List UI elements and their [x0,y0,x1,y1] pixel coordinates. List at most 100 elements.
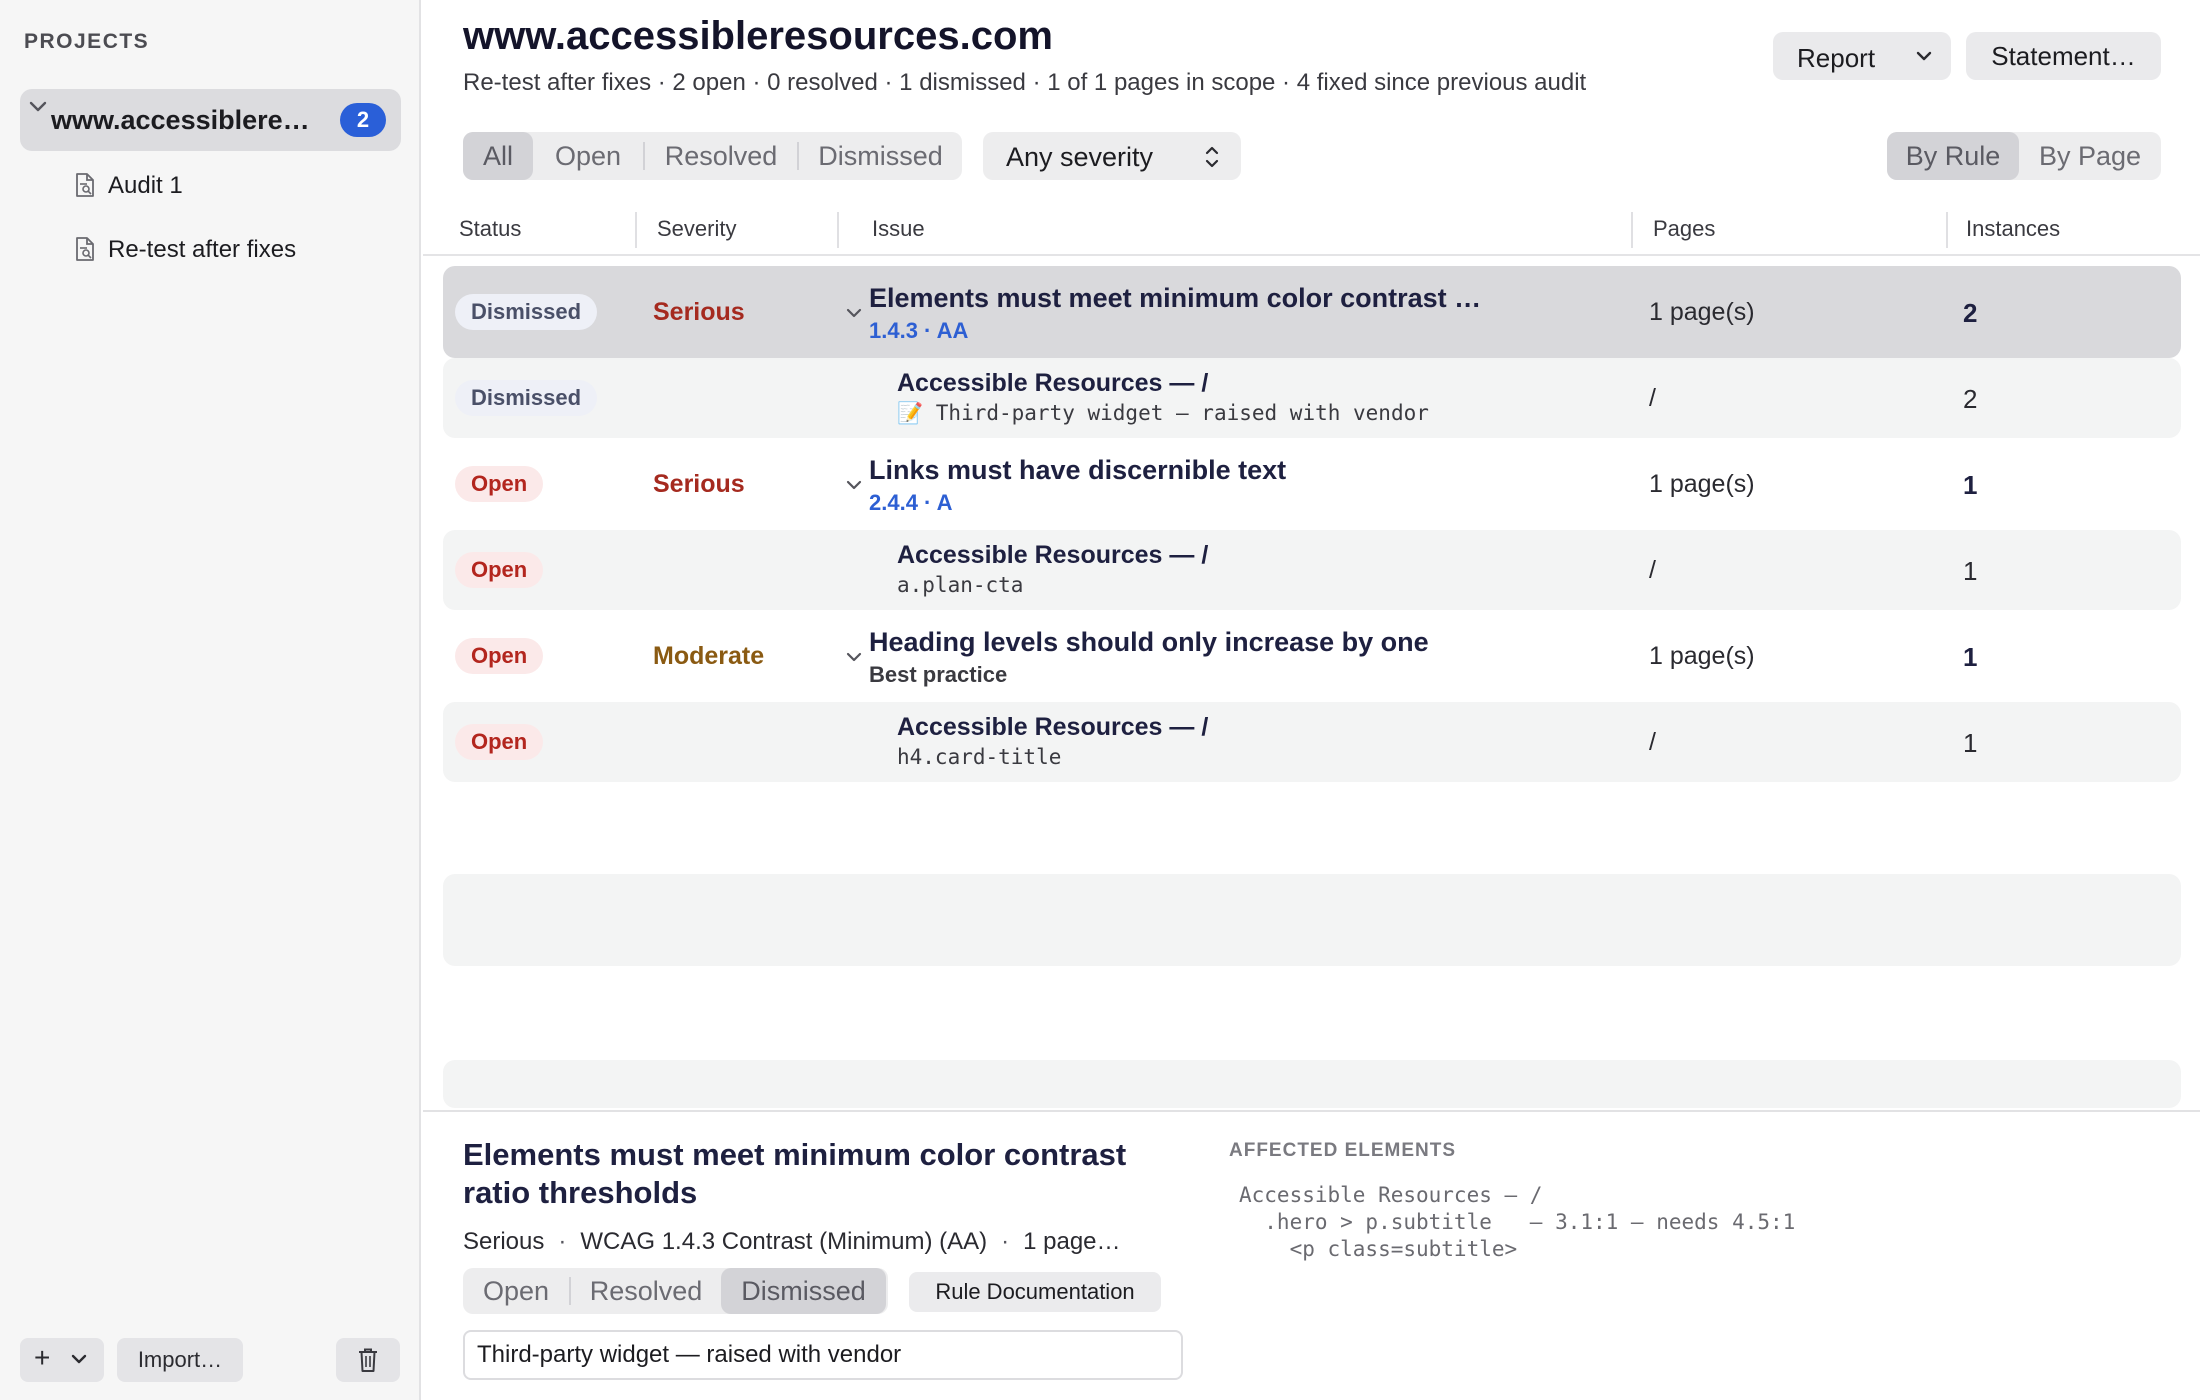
affected-elements-heading: AFFECTED ELEMENTS [1229,1140,1457,1161]
wcag-link[interactable]: 1.4.3 · AA [869,318,968,344]
audit-label: Re-test after fixes [108,236,297,263]
severity-select-value: Any severity [1006,142,1154,172]
severity-label: Serious [653,298,745,326]
filter-all[interactable]: All [463,132,533,180]
detail-status-control: Open Resolved Dismissed [463,1268,888,1314]
column-header-issue[interactable]: Issue [872,216,925,242]
separator-dot: · [558,1228,567,1255]
status-filter: All Open Resolved Dismissed [463,132,962,180]
sidebar: PROJECTS www.accessiblere… 2 Audit 1 Re-… [0,0,421,1400]
chevron-down-icon[interactable] [845,650,863,664]
column-header-pages[interactable]: Pages [1653,216,1715,242]
chevron-down-icon[interactable] [845,478,863,492]
affected-element-line: .hero > p.subtitle — 3.1:1 — needs 4.5:1 [1239,1210,1796,1234]
open-count-badge: 2 [340,103,386,137]
sidebar-heading: PROJECTS [24,30,150,53]
table-row[interactable]: Open Serious Links must have discernible… [443,438,2181,530]
instance-page-title: Accessible Resources — / [897,713,1209,741]
report-button[interactable]: Report [1773,32,1951,80]
severity-select[interactable]: Any severity [983,132,1241,180]
separator-dot: · [1001,1228,1010,1255]
issue-title: Links must have discernible text [869,455,1287,485]
filter-resolved[interactable]: Resolved [645,132,797,180]
wcag-link[interactable]: 2.4.4 · A [869,490,953,516]
dismiss-note-field[interactable]: Third-party widget — raised with vendor [463,1330,1183,1380]
column-separator [635,212,637,248]
affected-element-line: Accessible Resources — / [1239,1183,1543,1207]
instance-page-title: Accessible Resources — / [897,541,1209,569]
filter-open[interactable]: Open [533,132,643,180]
filter-dismissed[interactable]: Dismissed [799,132,962,180]
sidebar-item-audit-1[interactable]: Audit 1 [74,164,394,204]
document-search-icon [76,173,94,197]
up-down-chevron-icon [1205,146,1219,168]
table-row-instance[interactable]: Dismissed Accessible Resources — / 📝 Thi… [443,358,2181,438]
table-row[interactable]: Dismissed Serious Elements must meet min… [443,266,2181,358]
column-header-status[interactable]: Status [459,216,521,242]
severity-label: Serious [653,470,745,498]
instances-count: 1 [1963,642,1978,672]
instance-selector: h4.card-title [897,745,1062,769]
severity-label: Moderate [653,642,765,670]
empty-row [443,1060,2181,1108]
detail-meta: Serious · WCAG 1.4.3 Contrast (Minimum) (A… [463,1228,1121,1256]
status-option-open[interactable]: Open [463,1268,569,1314]
status-badge: Open [455,552,544,588]
statement-button[interactable]: Statement… [1966,32,2161,80]
import-button[interactable]: Import… [117,1338,243,1382]
view-by-rule[interactable]: By Rule [1887,132,2019,180]
status-option-resolved[interactable]: Resolved [571,1268,721,1314]
detail-wcag: WCAG 1.4.3 Contrast (Minimum) (AA) [580,1228,988,1255]
pages-count: 1 page(s) [1649,470,1755,498]
document-search-icon [76,237,94,261]
instance-page-path: / [1649,556,1656,584]
project-item[interactable]: www.accessiblere… 2 [20,89,401,151]
status-option-dismissed[interactable]: Dismissed [721,1268,886,1314]
instance-page-path: / [1649,384,1656,412]
affected-elements-list: Accessible Resources — / .hero > p.subti… [1239,1182,1795,1263]
chevron-down-icon[interactable] [845,306,863,320]
detail-pane: Elements must meet minimum color contras… [423,1110,2200,1400]
column-separator [837,212,839,248]
instance-note: 📝 Third‑party widget — raised with vendo… [897,401,1429,425]
status-badge: Dismissed [455,294,598,330]
view-toggle: By Rule By Page [1887,132,2161,180]
plus-icon: + [34,1342,51,1373]
detail-title: Elements must meet minimum color contras… [463,1137,1127,1210]
instance-selector: a.plan-cta [897,573,1024,597]
view-by-page[interactable]: By Page [2019,132,2161,180]
report-label: Report [1797,43,1876,73]
detail-severity: Serious [463,1228,545,1255]
delete-button[interactable] [336,1338,400,1382]
instances-count: 1 [1963,728,1978,758]
header-divider [423,254,2200,256]
page-subtitle: Re-test after fixes · 2 open · 0 resolve… [463,69,1587,96]
table-row-instance[interactable]: Open Accessible Resources — / a.plan-cta… [443,530,2181,610]
instances-count: 1 [1963,556,1978,586]
instance-page-title: Accessible Resources — / [897,369,1209,397]
status-badge: Open [455,466,544,502]
pages-count: 1 page(s) [1649,298,1755,326]
project-name: www.accessiblere… [51,105,310,135]
chevron-down-icon[interactable] [28,99,48,115]
trash-icon [359,1348,377,1372]
rule-category: Best practice [869,662,1008,687]
issue-title: Elements must meet minimum color contras… [869,283,1487,313]
affected-element-line: <p class=subtitle> [1239,1237,1518,1261]
issue-title: Heading levels should only increase by o… [869,627,1429,657]
instances-count: 1 [1963,470,1978,500]
status-badge: Dismissed [455,380,598,416]
column-header-severity[interactable]: Severity [657,216,736,242]
status-badge: Open [455,724,544,760]
status-badge: Open [455,638,544,674]
instances-count: 2 [1963,298,1978,328]
page-title: www.accessibleresources.com [463,14,1053,58]
rule-documentation-button[interactable]: Rule Documentation [909,1272,1161,1312]
column-header-instances[interactable]: Instances [1966,216,2060,242]
table-row[interactable]: Open Moderate Heading levels should only… [443,610,2181,702]
instance-page-path: / [1649,728,1656,756]
sidebar-item-retest[interactable]: Re-test after fixes [74,228,394,268]
chevron-down-icon [71,1354,87,1364]
add-project-button[interactable]: + [20,1338,104,1382]
table-row-instance[interactable]: Open Accessible Resources — / h4.card-ti… [443,702,2181,782]
